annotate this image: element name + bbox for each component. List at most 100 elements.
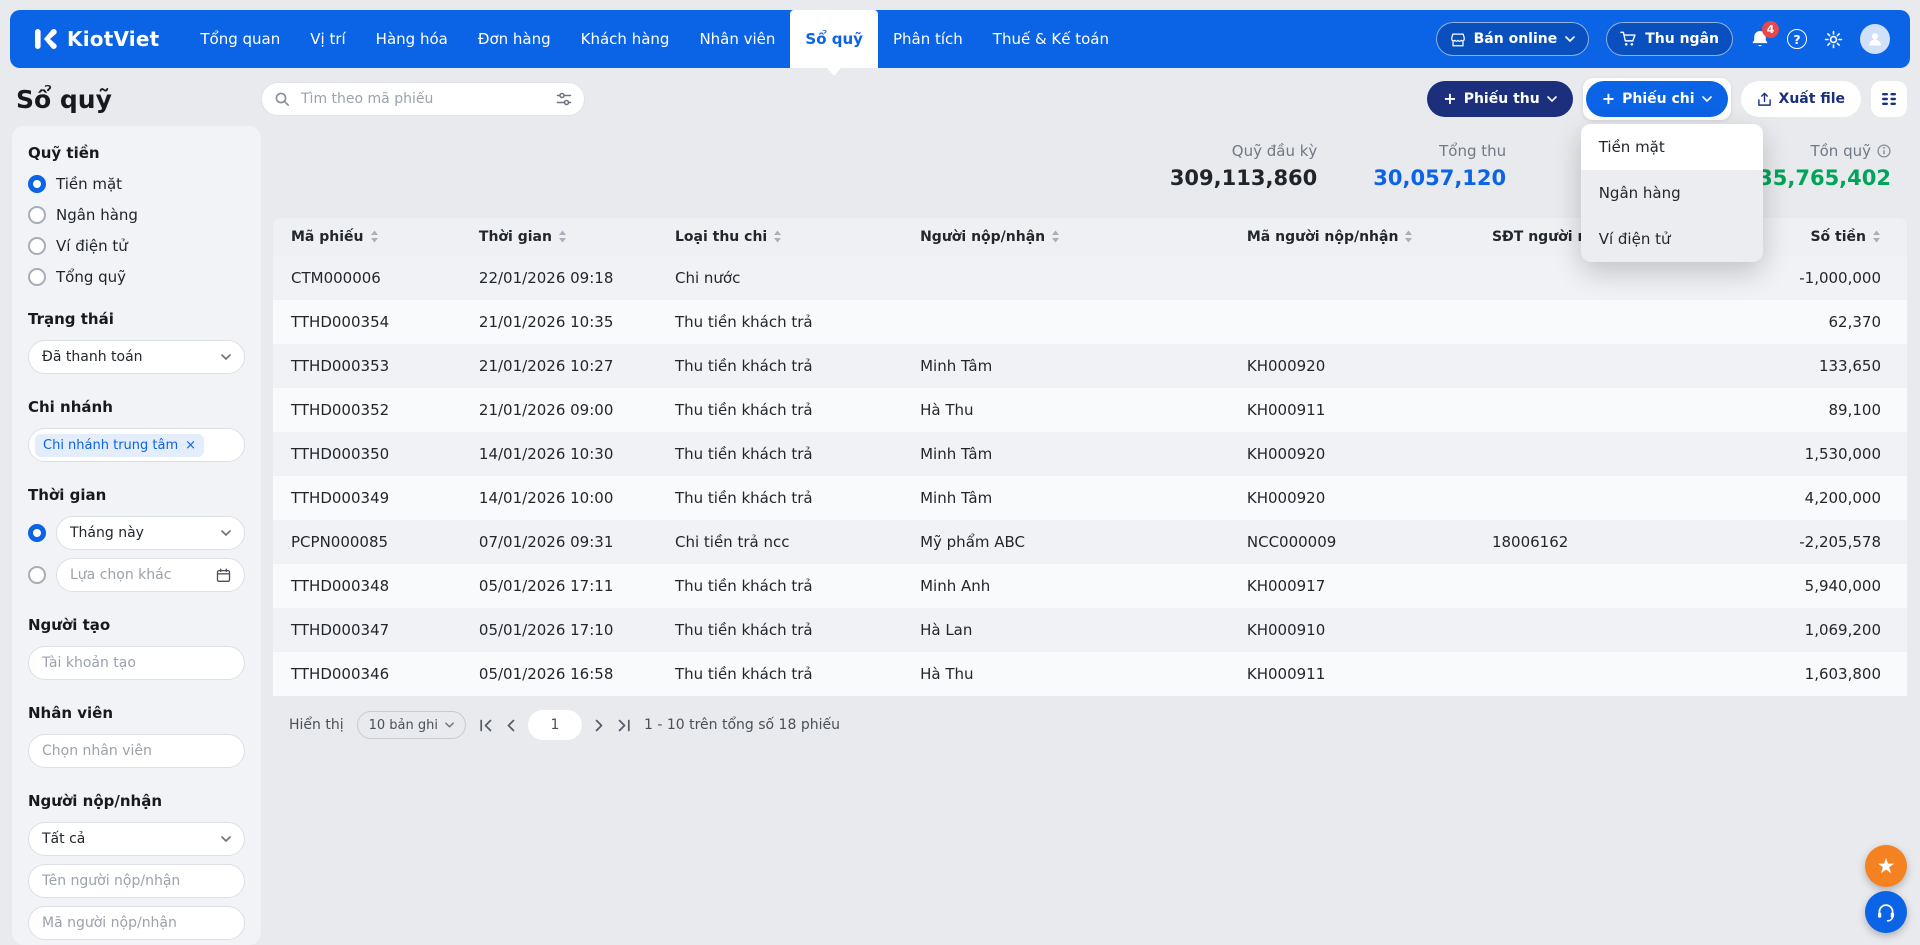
- radio-icon[interactable]: [28, 237, 46, 255]
- dropdown-item-1[interactable]: Ngân hàng: [1581, 170, 1763, 216]
- nav-item-1[interactable]: Vị trí: [295, 10, 360, 68]
- last-page-button[interactable]: [617, 719, 631, 732]
- cell-person: Minh Tâm: [902, 344, 1229, 388]
- radio-icon[interactable]: [28, 206, 46, 224]
- cell-person_code: [1229, 300, 1474, 344]
- support-fab-button[interactable]: [1865, 891, 1907, 933]
- phieu-thu-label: Phiếu thu: [1464, 91, 1540, 107]
- current-page[interactable]: 1: [528, 710, 582, 740]
- table-row[interactable]: TTHD00034805/01/2026 17:11Thu tiền khách…: [273, 564, 1907, 608]
- info-icon[interactable]: [1877, 144, 1891, 158]
- help-button[interactable]: ?: [1787, 29, 1807, 49]
- nav-item-7[interactable]: Phân tích: [878, 10, 978, 68]
- plus-icon: +: [1443, 91, 1456, 107]
- brand-name: KiotViet: [67, 27, 159, 51]
- fund-option-3[interactable]: Tổng quỹ: [28, 268, 245, 286]
- creator-input[interactable]: [28, 646, 245, 680]
- question-icon: ?: [1793, 32, 1800, 47]
- branch-section-title: Chi nhánh: [28, 398, 245, 416]
- staff-input[interactable]: [28, 734, 245, 768]
- nav-item-0[interactable]: Tổng quan: [185, 10, 295, 68]
- cell-person_code: KH000917: [1229, 564, 1474, 608]
- settings-button[interactable]: [1824, 30, 1843, 49]
- prev-page-button[interactable]: [506, 719, 515, 732]
- notifications-button[interactable]: 4: [1750, 29, 1770, 49]
- column-header-1[interactable]: Thời gian: [461, 218, 657, 256]
- status-section-title: Trạng thái: [28, 310, 245, 328]
- fund-option-2[interactable]: Ví điện tử: [28, 237, 245, 255]
- nav-item-4[interactable]: Khách hàng: [566, 10, 685, 68]
- column-header-4[interactable]: Mã người nộp/nhận: [1229, 218, 1474, 256]
- column-header-2[interactable]: Loại thu chi: [657, 218, 902, 256]
- payer-type-select[interactable]: Tất cả: [28, 822, 245, 856]
- payer-code-input[interactable]: [28, 906, 245, 940]
- search-input[interactable]: [299, 90, 547, 108]
- payer-name-input[interactable]: [28, 864, 245, 898]
- dropdown-item-0[interactable]: Tiền mặt: [1581, 124, 1763, 170]
- fund-option-0[interactable]: Tiền mặt: [28, 175, 245, 193]
- column-label: Người nộp/nhận: [920, 229, 1045, 245]
- column-header-0[interactable]: Mã phiếu: [273, 218, 461, 256]
- brand-logo[interactable]: KiotViet: [32, 26, 159, 52]
- notification-badge: 4: [1762, 21, 1779, 38]
- time-custom-radio[interactable]: [28, 566, 46, 584]
- page-size-select[interactable]: 10 bản ghi: [357, 711, 466, 739]
- filter-icon[interactable]: [556, 91, 572, 107]
- avatar[interactable]: [1860, 24, 1890, 54]
- cell-phone: [1474, 432, 1703, 476]
- xuat-file-button[interactable]: Xuất file: [1741, 81, 1861, 117]
- time-preset-radio[interactable]: [28, 524, 46, 542]
- radio-icon[interactable]: [28, 175, 46, 193]
- cell-phone: [1474, 300, 1703, 344]
- nav-item-5[interactable]: Nhân viên: [684, 10, 790, 68]
- calendar-icon: [216, 568, 231, 583]
- table-row[interactable]: TTHD00035221/01/2026 09:00Thu tiền khách…: [273, 388, 1907, 432]
- search-icon: [274, 91, 290, 107]
- thu-ngan-button[interactable]: Thu ngân: [1606, 22, 1733, 56]
- phieu-thu-button[interactable]: + Phiếu thu: [1427, 81, 1572, 117]
- fund-option-label: Ví điện tử: [56, 237, 128, 255]
- branch-select[interactable]: Chi nhánh trung tâm ×: [28, 428, 245, 462]
- nav-item-6[interactable]: Sổ quỹ: [790, 10, 878, 68]
- next-page-button[interactable]: [595, 719, 604, 732]
- status-select[interactable]: Đã thanh toán: [28, 340, 245, 374]
- promo-fab-button[interactable]: ★: [1865, 845, 1907, 887]
- cell-amount: 4,200,000: [1703, 476, 1907, 520]
- total-income-stat: Tổng thu 30,057,120: [1373, 142, 1506, 190]
- dropdown-item-2[interactable]: Ví điện tử: [1581, 216, 1763, 262]
- remove-branch-tag-icon[interactable]: ×: [185, 438, 196, 453]
- column-label: Thời gian: [479, 229, 552, 245]
- radio-icon[interactable]: [28, 268, 46, 286]
- nav-item-3[interactable]: Đơn hàng: [463, 10, 566, 68]
- phieu-chi-button[interactable]: + Phiếu chi: [1586, 81, 1728, 117]
- cell-time: 21/01/2026 09:00: [461, 388, 657, 432]
- cell-amount: 89,100: [1703, 388, 1907, 432]
- fund-option-1[interactable]: Ngân hàng: [28, 206, 245, 224]
- table-row[interactable]: TTHD00034705/01/2026 17:10Thu tiền khách…: [273, 608, 1907, 652]
- cell-code: TTHD000353: [273, 344, 461, 388]
- nav-item-2[interactable]: Hàng hóa: [361, 10, 463, 68]
- time-preset-select[interactable]: Tháng này: [56, 516, 245, 550]
- table-row[interactable]: TTHD00035421/01/2026 10:35Thu tiền khách…: [273, 300, 1907, 344]
- ban-online-label: Bán online: [1474, 31, 1558, 47]
- table-row[interactable]: CTM00000622/01/2026 09:18Chi nước-1,000,…: [273, 256, 1907, 300]
- headset-icon: [1875, 901, 1897, 923]
- table-row[interactable]: TTHD00034914/01/2026 10:00Thu tiền khách…: [273, 476, 1907, 520]
- ban-online-button[interactable]: Bán online: [1436, 22, 1590, 56]
- time-custom-input[interactable]: Lựa chọn khác: [56, 558, 245, 592]
- time-section-title: Thời gian: [28, 486, 245, 504]
- table-row[interactable]: TTHD00035014/01/2026 10:30Thu tiền khách…: [273, 432, 1907, 476]
- nav-item-8[interactable]: Thuế & Kế toán: [978, 10, 1124, 68]
- table-row[interactable]: PCPN00008507/01/2026 09:31Chi tiền trả n…: [273, 520, 1907, 564]
- column-settings-button[interactable]: [1871, 81, 1907, 117]
- creator-section-title: Người tạo: [28, 616, 245, 634]
- cell-amount: 133,650: [1703, 344, 1907, 388]
- cell-code: PCPN000085: [273, 520, 461, 564]
- column-header-3[interactable]: Người nộp/nhận: [902, 218, 1229, 256]
- table-row[interactable]: TTHD00034605/01/2026 16:58Thu tiền khách…: [273, 652, 1907, 696]
- payer-type-value: Tất cả: [42, 831, 85, 847]
- table-row[interactable]: TTHD00035321/01/2026 10:27Thu tiền khách…: [273, 344, 1907, 388]
- first-page-button[interactable]: [479, 719, 493, 732]
- cell-phone: [1474, 608, 1703, 652]
- cell-phone: [1474, 476, 1703, 520]
